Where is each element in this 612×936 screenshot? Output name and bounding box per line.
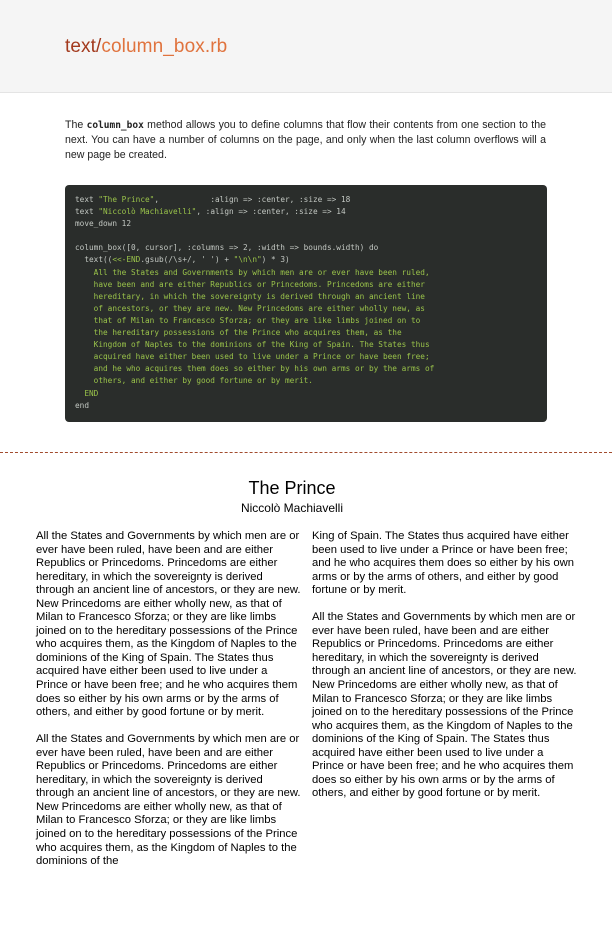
heredoc-line: of ancestors, or they are new. New Princ… bbox=[75, 303, 425, 313]
code-line-1: text "The Prince", :align => :center, :s… bbox=[75, 195, 351, 204]
code-heredoc-end: END bbox=[75, 388, 99, 398]
paragraph: All the States and Governments by which … bbox=[312, 611, 577, 800]
code-line-3: move_down 12 bbox=[75, 219, 131, 229]
heredoc-line: Kingdom of Naples to the dominions of th… bbox=[75, 340, 430, 350]
output-separator bbox=[0, 452, 612, 453]
document-author: Niccolò Machiavelli bbox=[240, 501, 344, 515]
document-title: The Prince bbox=[248, 478, 336, 498]
page-header: text/column_box.rb bbox=[0, 0, 612, 93]
paragraph: All the States and Governments by which … bbox=[36, 530, 301, 719]
title-filename: column_box.rb bbox=[101, 36, 228, 57]
code-line-5: column_box([0, cursor], :columns => 2, :… bbox=[75, 243, 379, 253]
heredoc-line: the hereditary possessions of the Prince… bbox=[75, 328, 402, 338]
heredoc-line: and he who acquires them does so either … bbox=[75, 364, 435, 374]
heredoc-line: others, and either by good fortune or by… bbox=[75, 376, 313, 386]
title-directory: text/ bbox=[65, 36, 102, 57]
intro-text-before: The bbox=[65, 119, 87, 131]
heredoc-line: hereditary, in which the sovereignty is … bbox=[75, 291, 425, 301]
heredoc-line: that of Milan to Francesco Sforza; or th… bbox=[75, 315, 421, 325]
heredoc-line: acquired have either been used to live u… bbox=[75, 352, 430, 362]
heredoc-line: have been and are either Republics or Pr… bbox=[75, 279, 425, 289]
paragraph: All the States and Governments by which … bbox=[36, 733, 301, 868]
intro-paragraph: The column_box method allows you to defi… bbox=[65, 118, 546, 163]
intro-method-code: column_box bbox=[86, 120, 144, 131]
left-column: All the States and Governments by which … bbox=[36, 530, 302, 882]
code-end: end bbox=[75, 400, 89, 410]
code-line-6: text((<<-END.gsub(/\s+/, ' ') + "\n\n") … bbox=[75, 255, 290, 265]
right-column: King of Spain. The States thus acquired … bbox=[312, 530, 578, 814]
heredoc-line: All the States and Governments by which … bbox=[75, 267, 430, 277]
paragraph: King of Spain. The States thus acquired … bbox=[312, 530, 575, 597]
code-listing: text "The Prince", :align => :center, :s… bbox=[75, 194, 434, 412]
page-title: text/column_box.rb bbox=[65, 36, 227, 58]
code-line-2: text "Niccolò Machiavelli", :align => :c… bbox=[75, 207, 346, 217]
code-block: text "The Prince", :align => :center, :s… bbox=[65, 185, 547, 422]
